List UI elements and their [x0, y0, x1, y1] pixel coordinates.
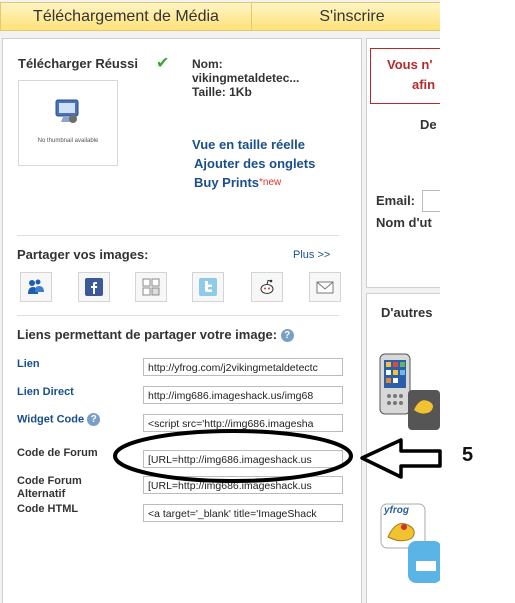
arrow-left-icon	[360, 438, 442, 479]
highlight-ellipse	[113, 429, 353, 483]
annotation-number: 5	[462, 444, 474, 466]
annotation-overlay	[113, 429, 442, 483]
